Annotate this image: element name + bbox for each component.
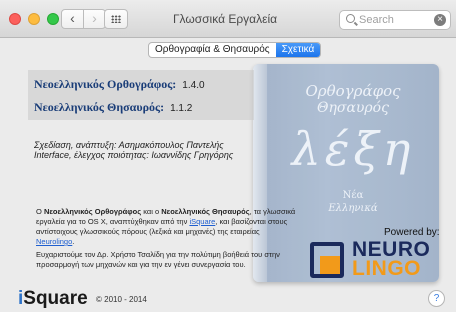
credits: Σχεδίαση, ανάπτυξη: Ασημακόπουλος Παντελ… — [34, 140, 233, 160]
chevron-right-icon: › — [92, 10, 97, 26]
about-window: ‹ › Γλωσσικά Εργαλεία × Ορθογραφία & Θησ… — [0, 0, 456, 312]
copyright: © 2010 - 2014 — [96, 295, 147, 304]
neurolingo-link[interactable]: Neurolingo — [36, 237, 72, 246]
thesaurus-version: 1.1.2 — [170, 103, 193, 114]
book-line-new: Νέα — [342, 190, 364, 201]
about-content: Ορθογράφος Θησαυρός λέξη Νέα Ελληνικά Νε… — [16, 62, 446, 284]
version-panel: Νεοελληνικός Ορθογράφος: 1.4.0 Νεοελληνικ… — [28, 70, 254, 120]
search-input[interactable] — [359, 12, 431, 28]
clear-search-icon[interactable]: × — [434, 14, 446, 26]
thesaurus-version-row: Νεοελληνικός Θησαυρός: 1.1.2 — [34, 100, 192, 115]
book-line-speller: Ορθογράφος — [305, 82, 401, 100]
credit-design: Σχεδίαση, ανάπτυξη: Ασημακόπουλος Παντελ… — [34, 140, 224, 150]
chevron-left-icon: ‹ — [70, 10, 75, 26]
search-icon — [346, 14, 355, 23]
close-window-button[interactable] — [9, 13, 21, 25]
forward-button[interactable]: › — [83, 9, 106, 29]
neurolingo-logo[interactable]: NEURO LINGO — [306, 238, 446, 284]
speller-version-row: Νεοελληνικός Ορθογράφος: 1.4.0 — [34, 77, 205, 92]
powered-by-label: Powered by: — [384, 227, 440, 238]
tab-spelling-thesaurus[interactable]: Ορθογραφία & Θησαυρός — [149, 43, 276, 57]
book-line-thesaurus: Θησαυρός — [317, 100, 389, 116]
tab-about[interactable]: Σχετικά — [275, 43, 321, 57]
search-field[interactable]: × — [339, 10, 451, 30]
thesaurus-name: Νεοελληνικός Θησαυρός: — [34, 100, 165, 114]
grid-icon — [111, 15, 121, 23]
book-word: λέξη — [291, 122, 415, 176]
isquare-logo[interactable]: iSquare — [18, 288, 88, 310]
minimize-window-button[interactable] — [28, 13, 40, 25]
credit-interface: Interface, έλεγχος ποιότητας: Ιωαννίδης … — [34, 150, 234, 160]
tab-bar: Ορθογραφία & Θησαυρός Σχετικά — [148, 42, 322, 58]
help-button[interactable]: ? — [428, 290, 445, 307]
neurolingo-logo-bottom: LINGO — [352, 257, 421, 280]
neurolingo-mark-icon — [310, 242, 344, 278]
zoom-window-button[interactable] — [47, 13, 59, 25]
speller-version: 1.4.0 — [182, 80, 205, 91]
speller-name: Νεοελληνικός Ορθογράφος: — [34, 77, 177, 91]
window-title: Γλωσσικά Εργαλεία — [172, 12, 278, 26]
thanks-paragraph: Ευχαριστούμε τον Δρ. Χρήστο Τσαλίδη για … — [36, 250, 280, 269]
show-all-button[interactable] — [104, 9, 128, 29]
back-button[interactable]: ‹ — [61, 9, 84, 29]
description-paragraph: Ο Νεοελληνικός Ορθογράφος και ο Νεοελλην… — [36, 207, 296, 246]
isquare-link[interactable]: iSquare — [189, 217, 215, 226]
title-bar: ‹ › Γλωσσικά Εργαλεία × — [0, 0, 456, 38]
